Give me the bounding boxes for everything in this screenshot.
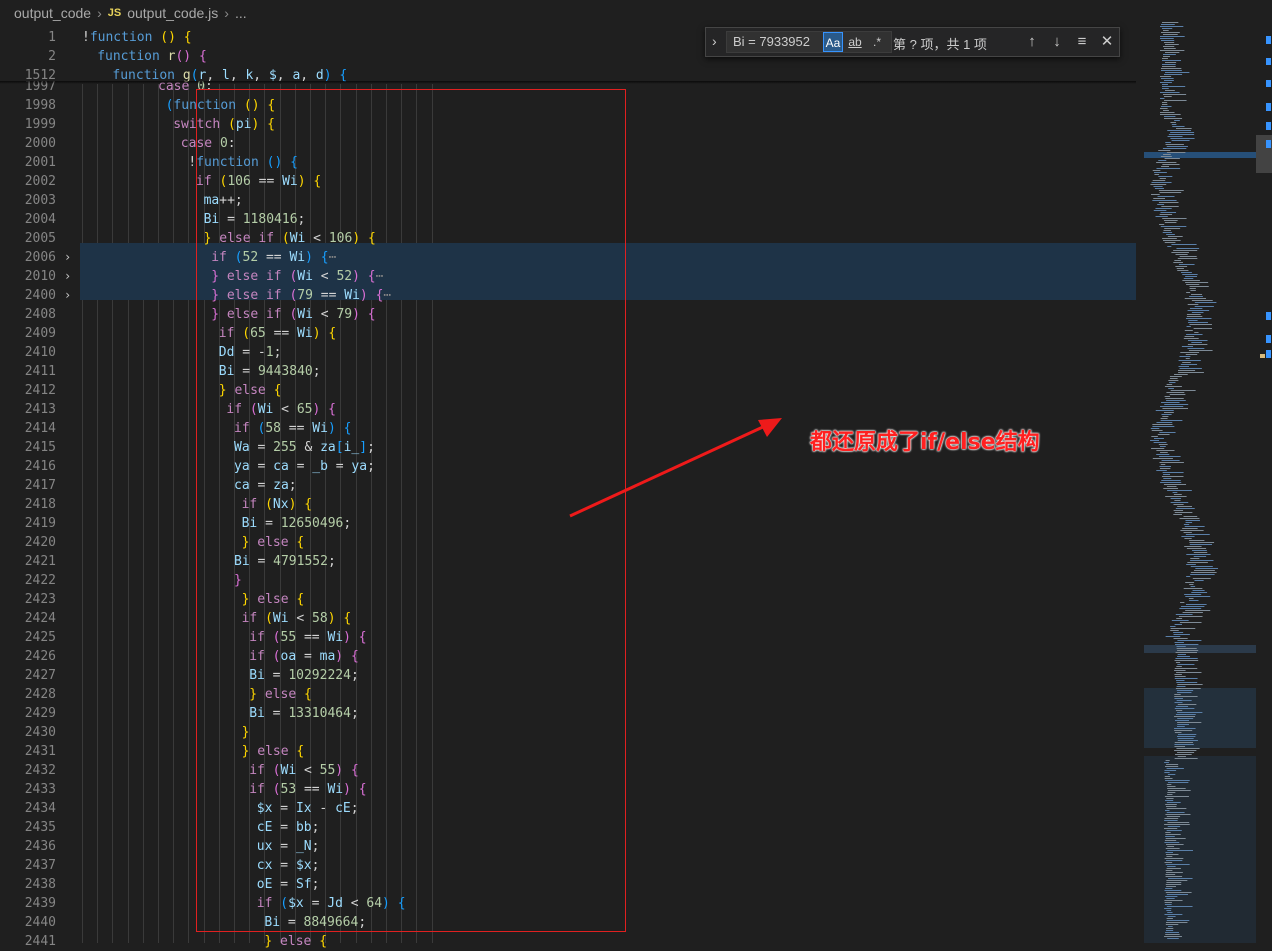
line-number: 2419 — [24, 516, 56, 531]
sticky-scroll-shadow — [0, 81, 1136, 84]
chevron-right-icon: › — [97, 5, 102, 21]
line-number: 2408 — [24, 307, 56, 322]
breadcrumb-folder[interactable]: output_code — [14, 5, 91, 21]
sticky-code-line[interactable]: function r() { — [97, 47, 207, 66]
line-number: 2409 — [24, 326, 56, 341]
line-number: 2440 — [24, 915, 56, 930]
line-number: 2010 — [24, 269, 56, 284]
line-number: 2437 — [24, 858, 56, 873]
line-number: 2434 — [24, 801, 56, 816]
find-in-selection-icon[interactable]: ≡ — [1072, 32, 1092, 52]
indent-guide — [173, 84, 175, 943]
line-number: 2413 — [24, 402, 56, 417]
line-number: 2 — [48, 49, 56, 64]
line-number: 2005 — [24, 231, 56, 246]
whole-word-toggle[interactable]: ab — [845, 32, 865, 52]
chevron-right-icon[interactable]: › — [64, 267, 71, 286]
indent-guide — [127, 84, 129, 943]
breadcrumb-symbol[interactable]: ... — [235, 5, 247, 21]
annotation-text: 都还原成了if/else结构 — [810, 430, 1040, 455]
indent-guide — [97, 84, 99, 943]
indent-guide — [188, 84, 190, 943]
regex-toggle[interactable]: .* — [867, 32, 887, 52]
line-number: 2000 — [24, 136, 56, 151]
javascript-file-icon: JS — [107, 7, 122, 19]
chevron-right-icon[interactable]: › — [64, 286, 71, 305]
line-number: 2429 — [24, 706, 56, 721]
vertical-scrollbar[interactable] — [1256, 0, 1272, 943]
line-number: 2420 — [24, 535, 56, 550]
line-number: 2422 — [24, 573, 56, 588]
line-number: 2400 — [24, 288, 56, 303]
minimap[interactable] — [1140, 0, 1256, 943]
find-result-count: 第 ? 项，共 1 项 — [893, 37, 987, 52]
close-icon[interactable]: ✕ — [1097, 32, 1117, 52]
line-number: 2441 — [24, 934, 56, 949]
line-number: 2423 — [24, 592, 56, 607]
match-case-toggle[interactable]: Aa — [823, 32, 843, 52]
indent-guide — [82, 84, 83, 943]
line-number: 2412 — [24, 383, 56, 398]
line-number: 2428 — [24, 687, 56, 702]
line-number: 1998 — [24, 98, 56, 113]
line-number: 2433 — [24, 782, 56, 797]
line-number: 2431 — [24, 744, 56, 759]
breadcrumb-file[interactable]: output_code.js — [127, 5, 218, 21]
chevron-right-icon: › — [224, 5, 229, 21]
line-number: 2006 — [24, 250, 56, 265]
line-number: 2001 — [24, 155, 56, 170]
line-number: 2425 — [24, 630, 56, 645]
line-number: 2414 — [24, 421, 56, 436]
line-number: 2430 — [24, 725, 56, 740]
line-number: 2416 — [24, 459, 56, 474]
line-number: 2418 — [24, 497, 56, 512]
find-widget: › Bi = 7933952 Aa ab .* 第 ? 项，共 1 项 ↑ ↓ … — [705, 27, 1120, 57]
line-number: 1999 — [24, 117, 56, 132]
indent-guide — [142, 84, 144, 943]
line-number: 2003 — [24, 193, 56, 208]
line-number: 2417 — [24, 478, 56, 493]
line-number: 2004 — [24, 212, 56, 227]
line-number: 2427 — [24, 668, 56, 683]
minimap-canvas — [1144, 22, 1256, 943]
line-number: 2424 — [24, 611, 56, 626]
annotation-arrow — [569, 418, 782, 518]
line-number: 2410 — [24, 345, 56, 360]
line-number: 2421 — [24, 554, 56, 569]
indent-guide — [158, 84, 159, 943]
line-number: 2415 — [24, 440, 56, 455]
toggle-replace-chevron-icon[interactable]: › — [712, 33, 717, 49]
sticky-code-line[interactable]: !function () { — [82, 28, 192, 47]
line-number: 2439 — [24, 896, 56, 911]
scrollbar-decorations — [1256, 36, 1272, 358]
line-number: 2435 — [24, 820, 56, 835]
line-number: 2002 — [24, 174, 56, 189]
line-number: 2426 — [24, 649, 56, 664]
breadcrumb: output_code › JS output_code.js › ... — [0, 0, 1140, 26]
code-line[interactable]: } else { — [264, 932, 327, 951]
indent-guide — [112, 84, 114, 943]
chevron-right-icon[interactable]: › — [64, 248, 71, 267]
next-match-arrow-down-icon[interactable]: ↓ — [1047, 32, 1067, 52]
line-number: 2432 — [24, 763, 56, 778]
line-number: 2436 — [24, 839, 56, 854]
line-number: 2411 — [24, 364, 56, 379]
line-number: 2438 — [24, 877, 56, 892]
line-number: 1 — [48, 30, 56, 45]
previous-match-arrow-up-icon[interactable]: ↑ — [1022, 32, 1042, 52]
